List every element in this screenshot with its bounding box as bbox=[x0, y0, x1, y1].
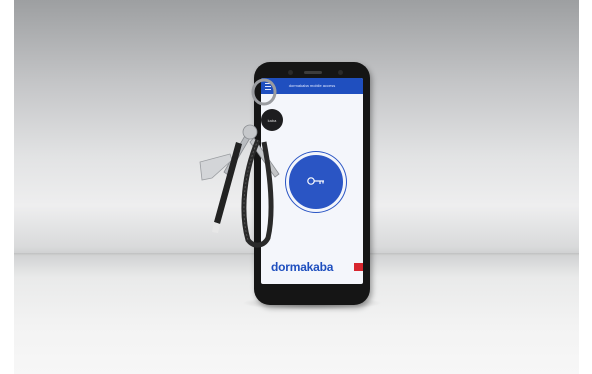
key-ring bbox=[251, 78, 277, 106]
app-header-title: dormakaba mobile access bbox=[288, 83, 336, 88]
key-fob-label: kaba bbox=[268, 118, 277, 123]
dormakaba-logo: dormakaba bbox=[271, 260, 334, 274]
key-icon bbox=[307, 177, 324, 185]
leather-lanyard bbox=[241, 138, 274, 248]
phone-speaker bbox=[304, 71, 322, 74]
sensor bbox=[338, 70, 343, 75]
product-photo: dormakaba mobile access dormakaba kaba bbox=[14, 0, 579, 374]
black-key-tip bbox=[212, 222, 220, 233]
metal-key-1-head bbox=[242, 124, 258, 140]
unlock-button bbox=[289, 155, 343, 209]
dormakaba-logo-mark bbox=[354, 263, 363, 271]
keyring: kaba bbox=[199, 78, 283, 248]
